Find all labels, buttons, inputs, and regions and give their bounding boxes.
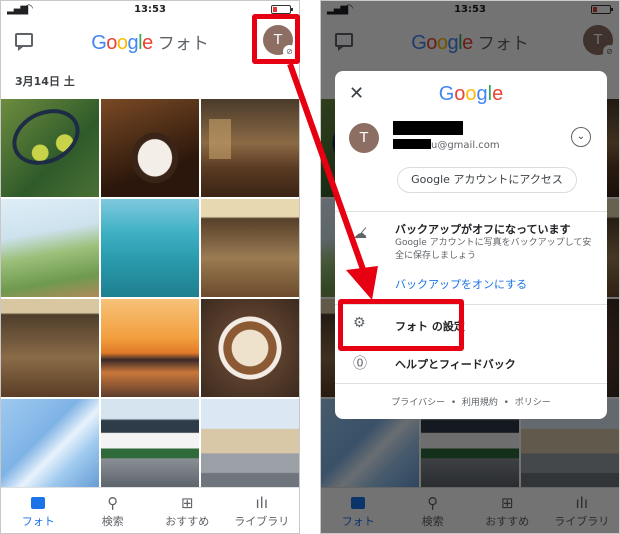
photo-thumbnail[interactable]	[1, 399, 99, 497]
divider	[335, 383, 607, 384]
logo-letter: G	[438, 83, 455, 105]
redacted-email	[393, 139, 431, 149]
help-icon: ⓪	[353, 356, 367, 372]
logo-letter: o	[116, 32, 128, 54]
logo-letter: g	[127, 32, 139, 54]
date-label: 3月14日 土	[15, 75, 75, 88]
nav-library-label: ライブラリ	[234, 515, 290, 528]
photo-thumbnail[interactable]	[101, 99, 199, 197]
photo-grid	[1, 99, 299, 497]
photos-main-screen: ▂▄▆ ◠ 13:53 Google フォト T ⊘ 3月14日 土 フォト ⚲…	[0, 0, 300, 534]
google-logo: Google	[335, 83, 607, 106]
bottom-nav: フォト ⚲ 検索 ⊞ おすすめ ılı ライブラリ	[1, 487, 299, 533]
terms-link[interactable]: 利用規約	[462, 398, 498, 408]
account-menu-screen: ▂▄▆ ◠ 13:53 Googleフォト T ⊘ フォト ⚲	[320, 0, 620, 534]
photo-thumbnail[interactable]	[101, 199, 199, 297]
photo-thumbnail[interactable]	[101, 399, 199, 497]
account-email: u@gmail.com	[393, 139, 500, 151]
photo-thumbnail[interactable]	[201, 199, 299, 297]
menu-item-help[interactable]: ⓪ ヘルプとフィードバック	[335, 348, 607, 378]
photo-thumbnail[interactable]	[1, 199, 99, 297]
email-suffix: u@gmail.com	[431, 140, 500, 151]
footer-separator: •	[450, 398, 457, 408]
footer-links: プライバシー • 利用規約 • ポリシー	[335, 395, 607, 408]
logo-letter: e	[492, 83, 504, 105]
photo-thumbnail[interactable]	[1, 299, 99, 397]
logo-letter: o	[465, 83, 477, 105]
suggest-icon: ⊞	[180, 494, 194, 512]
nav-photos[interactable]: フォト	[1, 488, 76, 533]
cloud-off-icon: ☁̸	[353, 226, 367, 242]
search-icon: ⚲	[107, 494, 119, 512]
nav-photos-label: フォト	[21, 515, 55, 528]
backup-status-description: Google アカウントに写真をバックアップして安全に保存しましょう	[395, 238, 592, 261]
library-icon: ılı	[255, 494, 268, 512]
highlight-avatar-callout	[252, 14, 300, 64]
privacy-link[interactable]: プライバシー	[391, 398, 445, 408]
nav-suggest[interactable]: ⊞ おすすめ	[150, 488, 225, 533]
battery-icon	[271, 5, 293, 14]
redacted-name	[393, 121, 463, 135]
photo-thumbnail[interactable]	[201, 99, 299, 197]
manage-account-button[interactable]: Google アカウントにアクセス	[397, 167, 577, 193]
divider	[335, 211, 607, 212]
photo-thumbnail[interactable]	[201, 399, 299, 497]
google-logo: Google	[91, 32, 153, 54]
chevron-down-icon[interactable]: ⌄	[571, 127, 591, 147]
photo-thumbnail[interactable]	[101, 299, 199, 397]
logo-letter: g	[476, 83, 488, 105]
nav-search-label: 検索	[101, 515, 124, 528]
logo-letter: o	[454, 83, 466, 105]
logo-suffix: フォト	[157, 34, 209, 54]
photo-thumbnail[interactable]	[1, 99, 99, 197]
logo-letter: o	[106, 32, 117, 54]
nav-suggest-label: おすすめ	[165, 515, 210, 528]
nav-library[interactable]: ılı ライブラリ	[225, 488, 300, 533]
photo-thumbnail[interactable]	[201, 299, 299, 397]
enable-backup-link[interactable]: バックアップをオンにする	[395, 276, 527, 292]
policy-link[interactable]: ポリシー	[515, 398, 551, 408]
backup-status-title: バックアップがオフになっています	[395, 223, 571, 236]
nav-search[interactable]: ⚲ 検索	[76, 488, 151, 533]
logo-letter: G	[91, 32, 107, 54]
highlight-settings-callout	[338, 299, 464, 351]
logo-letter: e	[142, 32, 153, 54]
footer-separator: •	[503, 398, 509, 408]
account-sheet: ✕ Google T u@gmail.com ⌄ Google アカウントにアク…	[335, 71, 607, 419]
help-label: ヘルプとフィードバック	[395, 358, 516, 371]
account-avatar: T	[349, 123, 379, 153]
photo-icon	[1, 493, 76, 513]
